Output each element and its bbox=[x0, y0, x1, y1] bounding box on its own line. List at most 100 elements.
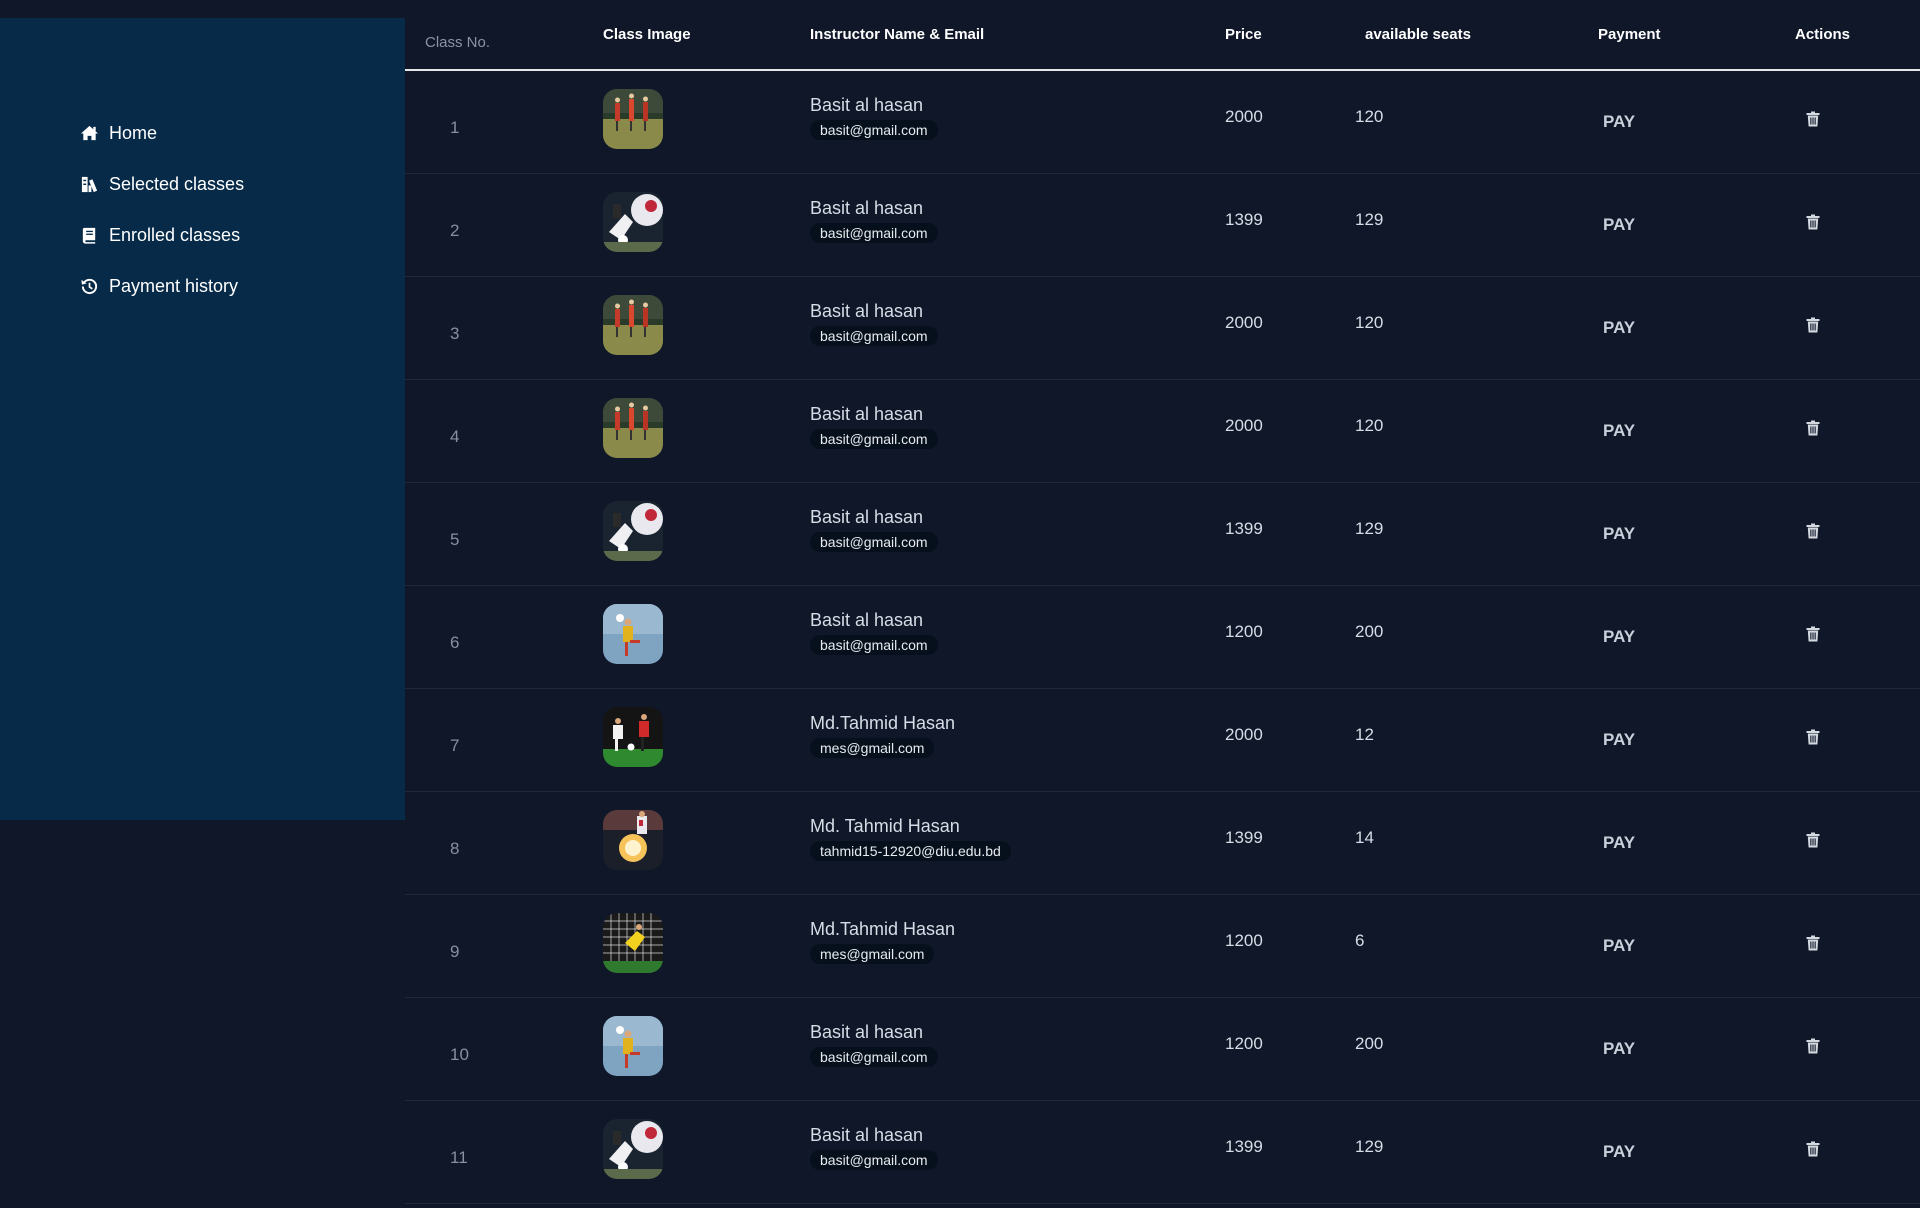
instructor-name: Basit al hasan bbox=[810, 1125, 924, 1145]
instructor-name: Basit al hasan bbox=[810, 404, 924, 424]
table-row: 9 Md.Tahmid Hasan mes@gmail.com 1200 6 P… bbox=[405, 894, 1920, 997]
sidebar-item-label: Payment history bbox=[109, 276, 239, 296]
class-number: 7 bbox=[450, 735, 460, 755]
instructor-email: basit@gmail.com bbox=[810, 635, 938, 655]
table-row: 5 Basit al hasan basit@gmail.com 1399 12… bbox=[405, 482, 1920, 585]
class-price: 1399 bbox=[1225, 827, 1263, 847]
main-content: Class No. Class Image Instructor Name & … bbox=[405, 0, 1920, 1208]
table-body: 1 Basit al hasan basit@gmail.com 2000 12… bbox=[405, 70, 1920, 1203]
trash-icon[interactable] bbox=[1806, 1038, 1820, 1054]
instructor-email: basit@gmail.com bbox=[810, 1047, 938, 1067]
class-number: 11 bbox=[450, 1147, 468, 1167]
table-row: 3 Basit al hasan basit@gmail.com 2000 12… bbox=[405, 276, 1920, 379]
pay-button[interactable]: PAY bbox=[1603, 520, 1635, 548]
history-icon bbox=[80, 277, 99, 296]
sidebar-item-label: Selected classes bbox=[109, 174, 245, 194]
class-image bbox=[603, 397, 663, 458]
header-payment: Payment bbox=[1598, 26, 1661, 43]
class-image bbox=[603, 603, 663, 664]
sidebar-item-label: Home bbox=[109, 123, 158, 143]
sidebar-item-selected-classes[interactable]: Selected classes bbox=[80, 159, 244, 210]
available-seats: 200 bbox=[1355, 1033, 1384, 1053]
trash-icon[interactable] bbox=[1806, 420, 1820, 436]
pay-button[interactable]: PAY bbox=[1603, 932, 1635, 960]
instructor-email: tahmid15-12920@diu.edu.bd bbox=[810, 841, 1011, 861]
trash-icon[interactable] bbox=[1806, 1141, 1820, 1157]
available-seats: 120 bbox=[1355, 106, 1384, 126]
available-seats: 200 bbox=[1355, 621, 1384, 641]
sidebar-item-home[interactable]: Home bbox=[80, 108, 244, 159]
class-number: 4 bbox=[450, 426, 460, 446]
pay-button[interactable]: PAY bbox=[1603, 108, 1635, 136]
available-seats: 129 bbox=[1355, 518, 1384, 538]
pay-button[interactable]: PAY bbox=[1603, 314, 1635, 342]
header-price: Price bbox=[1225, 26, 1262, 43]
class-price: 1200 bbox=[1225, 1033, 1263, 1053]
class-image bbox=[603, 500, 663, 561]
pay-button[interactable]: PAY bbox=[1603, 726, 1635, 754]
sidebar-nav: Home Selected classes Enrolled classes P… bbox=[80, 108, 244, 312]
trash-icon[interactable] bbox=[1806, 317, 1820, 333]
header-instructor: Instructor Name & Email bbox=[810, 26, 985, 43]
class-price: 1200 bbox=[1225, 930, 1263, 950]
trash-icon[interactable] bbox=[1806, 832, 1820, 848]
table-row: 10 Basit al hasan basit@gmail.com 1200 2… bbox=[405, 997, 1920, 1100]
header-seats: available seats bbox=[1365, 26, 1471, 43]
table-row: 11 Basit al hasan basit@gmail.com 1399 1… bbox=[405, 1100, 1920, 1203]
pay-button[interactable]: PAY bbox=[1603, 829, 1635, 857]
available-seats: 12 bbox=[1355, 724, 1374, 744]
table-row: 1 Basit al hasan basit@gmail.com 2000 12… bbox=[405, 70, 1920, 173]
class-image bbox=[603, 294, 663, 355]
available-seats: 6 bbox=[1355, 930, 1365, 950]
classes-table: Class No. Class Image Instructor Name & … bbox=[405, 0, 1920, 1204]
trash-icon[interactable] bbox=[1806, 626, 1820, 642]
trash-icon[interactable] bbox=[1806, 523, 1820, 539]
available-seats: 129 bbox=[1355, 1136, 1384, 1156]
trash-icon[interactable] bbox=[1806, 111, 1820, 127]
table-row: 2 Basit al hasan basit@gmail.com 1399 12… bbox=[405, 173, 1920, 276]
class-image bbox=[603, 912, 663, 973]
class-image bbox=[603, 88, 663, 149]
instructor-email: basit@gmail.com bbox=[810, 326, 938, 346]
selected-classes-icon bbox=[80, 175, 99, 194]
class-price: 1399 bbox=[1225, 518, 1263, 538]
table-row: 6 Basit al hasan basit@gmail.com 1200 20… bbox=[405, 585, 1920, 688]
pay-button[interactable]: PAY bbox=[1603, 1138, 1635, 1166]
class-number: 3 bbox=[450, 323, 460, 343]
trash-icon[interactable] bbox=[1806, 729, 1820, 745]
class-number: 10 bbox=[450, 1044, 469, 1064]
instructor-email: basit@gmail.com bbox=[810, 120, 938, 141]
table-row: 8 Md. Tahmid Hasan tahmid15-12920@diu.ed… bbox=[405, 791, 1920, 894]
sidebar-item-payment-history[interactable]: Payment history bbox=[80, 261, 244, 312]
table-row: 7 Md.Tahmid Hasan mes@gmail.com 2000 12 … bbox=[405, 688, 1920, 791]
header-class-no: Class No. bbox=[425, 34, 491, 51]
class-price: 1399 bbox=[1225, 1136, 1263, 1156]
instructor-name: Basit al hasan bbox=[810, 507, 924, 527]
book-icon bbox=[80, 226, 99, 245]
instructor-email: basit@gmail.com bbox=[810, 532, 938, 552]
pay-button[interactable]: PAY bbox=[1603, 211, 1635, 239]
instructor-name: Basit al hasan bbox=[810, 1022, 924, 1042]
sidebar-item-enrolled-classes[interactable]: Enrolled classes bbox=[80, 210, 244, 261]
class-price: 1200 bbox=[1225, 621, 1263, 641]
pay-button[interactable]: PAY bbox=[1603, 623, 1635, 651]
class-price: 2000 bbox=[1225, 415, 1263, 435]
class-number: 6 bbox=[450, 632, 460, 652]
pay-button[interactable]: PAY bbox=[1603, 417, 1635, 445]
class-number: 5 bbox=[450, 529, 460, 549]
class-image bbox=[603, 1015, 663, 1076]
trash-icon[interactable] bbox=[1806, 935, 1820, 951]
available-seats: 129 bbox=[1355, 209, 1384, 229]
class-image bbox=[603, 809, 663, 870]
header-actions: Actions bbox=[1795, 26, 1851, 43]
instructor-email: mes@gmail.com bbox=[810, 738, 935, 758]
class-price: 2000 bbox=[1225, 724, 1263, 744]
instructor-name: Basit al hasan bbox=[810, 198, 924, 218]
pay-button[interactable]: PAY bbox=[1603, 1035, 1635, 1063]
class-image bbox=[603, 191, 663, 252]
header-class-image: Class Image bbox=[603, 26, 691, 43]
class-number: 9 bbox=[450, 941, 460, 961]
instructor-name: Basit al hasan bbox=[810, 95, 924, 116]
instructor-name: Md.Tahmid Hasan bbox=[810, 713, 956, 733]
trash-icon[interactable] bbox=[1806, 214, 1820, 230]
